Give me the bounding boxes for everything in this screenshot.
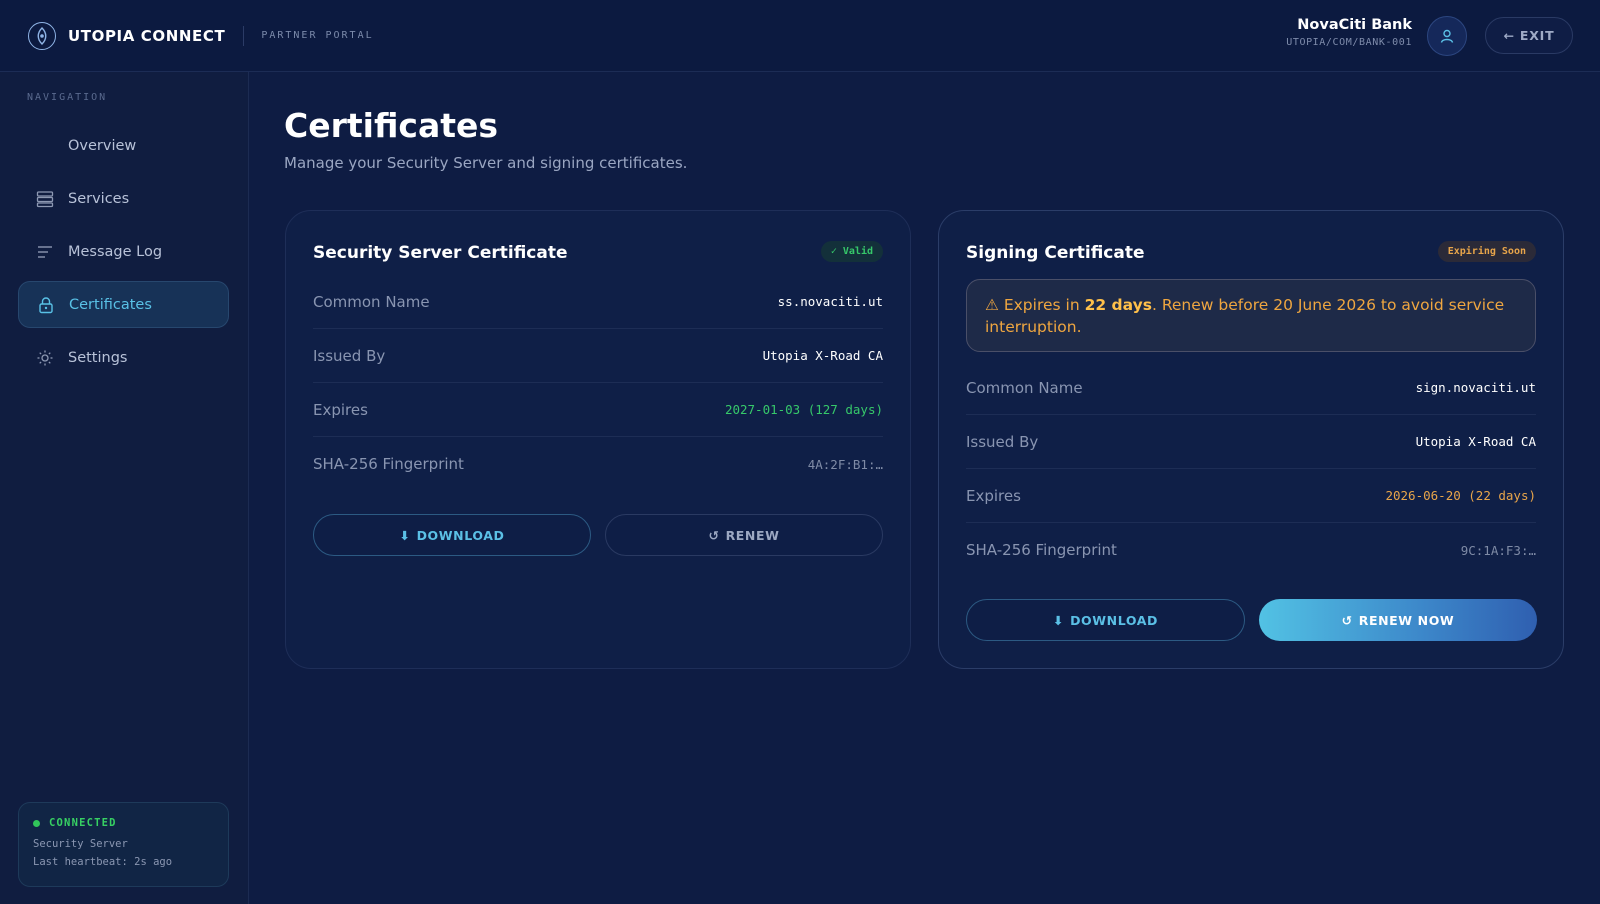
cert-row-issued-by: Issued By Utopia X-Road CA — [313, 329, 883, 383]
sidebar-item-label: Settings — [68, 349, 128, 366]
row-value: 2026-06-20 (22 days) — [1385, 488, 1536, 503]
cert-row-fingerprint: SHA-256 Fingerprint 4A:2F:B1:… — [313, 437, 883, 491]
refresh-icon: ↺ — [708, 527, 720, 543]
connection-status-card: CONNECTED Security Server Last heartbeat… — [18, 802, 229, 887]
brand-name: UTOPIA CONNECT — [68, 26, 226, 45]
brand[interactable]: UTOPIA CONNECT — [28, 21, 226, 50]
lock-icon — [36, 295, 56, 315]
sidebar-item-label: Message Log — [68, 243, 163, 260]
row-value: Utopia X-Road CA — [1415, 434, 1536, 449]
user-info: NovaCiti Bank UTOPIA/COM/BANK-001 — [1286, 17, 1412, 48]
cert-row-expires: Expires 2027-01-03 (127 days) — [313, 383, 883, 437]
alert-days: 22 days — [1084, 296, 1152, 314]
server-stack-icon — [35, 189, 55, 209]
lines-icon — [35, 242, 55, 262]
page-subtitle: Manage your Security Server and signing … — [284, 154, 688, 172]
sidebar-item-label: Certificates — [69, 296, 152, 313]
row-label: Issued By — [313, 346, 386, 365]
row-label: Issued By — [966, 432, 1039, 451]
row-label: SHA-256 Fingerprint — [313, 455, 464, 473]
download-button[interactable]: ⬇ DOWNLOAD — [966, 599, 1245, 641]
row-value: ss.novaciti.ut — [777, 294, 883, 309]
security-server-cert-card: Security Server Certificate ✓ Valid Comm… — [285, 210, 911, 669]
signing-cert-card: Signing Certificate Expiring Soon ⚠ Expi… — [938, 210, 1564, 669]
row-label: Expires — [313, 400, 368, 419]
renew-label: RENEW — [725, 527, 780, 543]
renew-button[interactable]: ↺ RENEW — [605, 514, 883, 556]
download-label: DOWNLOAD — [1070, 612, 1158, 628]
status-dot-icon — [33, 819, 40, 827]
card-title: Security Server Certificate — [313, 243, 568, 263]
user-name: NovaCiti Bank — [1297, 17, 1412, 33]
portal-subtitle: PARTNER PORTAL — [261, 30, 374, 41]
exit-label: EXIT — [1519, 28, 1555, 43]
brand-divider — [243, 25, 245, 46]
download-icon: ⬇ — [1053, 612, 1065, 628]
row-label: Expires — [966, 486, 1021, 505]
gear-icon — [35, 348, 55, 368]
nav-section-label: NAVIGATION — [27, 92, 108, 103]
page-title: Certificates — [284, 106, 499, 145]
exit-button[interactable]: ← EXIT — [1485, 17, 1573, 54]
status-server: Security Server — [33, 838, 128, 850]
sidebar: NAVIGATION Overview Services Message Log… — [0, 72, 249, 904]
status-badge: Expiring Soon — [1437, 241, 1536, 262]
sidebar-item-message-log[interactable]: Message Log — [18, 228, 229, 275]
sidebar-item-label: Services — [68, 190, 130, 207]
alert-prefix: Expires in — [1003, 296, 1085, 314]
user-icon — [1440, 29, 1454, 43]
avatar-button[interactable] — [1427, 16, 1467, 56]
status-badge: ✓ Valid — [820, 241, 883, 262]
status-title: CONNECTED — [49, 817, 117, 829]
warning-icon: ⚠ — [985, 296, 999, 314]
cert-row-common-name: Common Name sign.novaciti.ut — [966, 361, 1536, 415]
user-id: UTOPIA/COM/BANK-001 — [1286, 37, 1412, 48]
card-title: Signing Certificate — [966, 243, 1145, 263]
cert-row-fingerprint: SHA-256 Fingerprint 9C:1A:F3:… — [966, 523, 1536, 577]
refresh-icon: ↺ — [1341, 612, 1353, 628]
utopia-logo-icon — [28, 21, 56, 50]
row-value: 2027-01-03 (127 days) — [724, 402, 883, 417]
row-label: SHA-256 Fingerprint — [966, 541, 1117, 559]
cert-row-issued-by: Issued By Utopia X-Road CA — [966, 415, 1536, 469]
sidebar-item-settings[interactable]: Settings — [18, 334, 229, 381]
cert-row-common-name: Common Name ss.novaciti.ut — [313, 275, 883, 329]
download-button[interactable]: ⬇ DOWNLOAD — [313, 514, 591, 556]
row-value: 4A:2F:B1:… — [807, 456, 883, 472]
renew-now-label: RENEW NOW — [1358, 612, 1455, 628]
status-heartbeat: Last heartbeat: 2s ago — [33, 856, 173, 868]
row-label: Common Name — [313, 292, 430, 311]
arrow-left-icon: ← — [1503, 28, 1515, 43]
row-value: Utopia X-Road CA — [762, 348, 883, 363]
row-value: 9C:1A:F3:… — [1460, 542, 1536, 558]
sidebar-item-certificates[interactable]: Certificates — [18, 281, 229, 328]
overview-icon — [35, 136, 55, 156]
sidebar-item-label: Overview — [68, 137, 137, 154]
sidebar-item-services[interactable]: Services — [18, 175, 229, 222]
cert-row-expires: Expires 2026-06-20 (22 days) — [966, 469, 1536, 523]
expiry-warning-alert: ⚠ Expires in 22 days. Renew before 20 Ju… — [966, 279, 1536, 352]
row-value: sign.novaciti.ut — [1415, 380, 1536, 395]
download-icon: ⬇ — [399, 527, 411, 543]
sidebar-item-overview[interactable]: Overview — [18, 122, 229, 169]
renew-now-button[interactable]: ↺ RENEW NOW — [1259, 599, 1537, 641]
row-label: Common Name — [966, 378, 1083, 397]
download-label: DOWNLOAD — [416, 527, 505, 543]
top-bar: UTOPIA CONNECT PARTNER PORTAL NovaCiti B… — [0, 0, 1600, 72]
